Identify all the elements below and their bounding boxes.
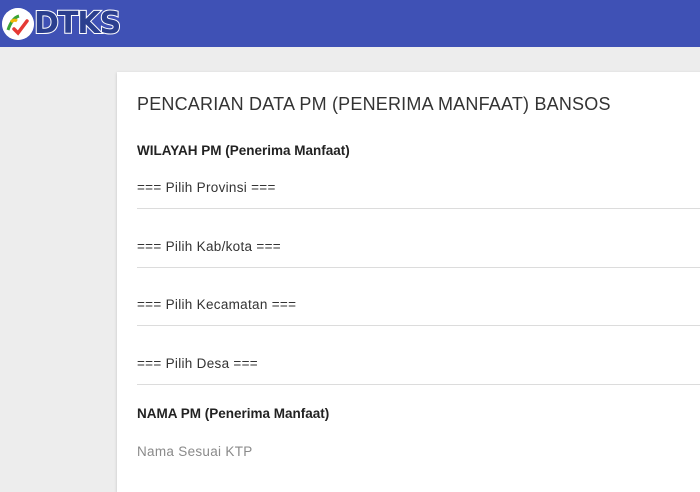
- search-card: PENCARIAN DATA PM (PENERIMA MANFAAT) BAN…: [117, 72, 700, 492]
- desa-select[interactable]: === Pilih Desa ===: [137, 348, 700, 385]
- dtks-logo[interactable]: DTKS: [2, 5, 122, 42]
- provinsi-select-value: === Pilih Provinsi ===: [137, 180, 276, 195]
- kecamatan-select[interactable]: === Pilih Kecamatan ===: [137, 289, 700, 326]
- page-title: PENCARIAN DATA PM (PENERIMA MANFAAT) BAN…: [137, 94, 611, 114]
- nama-input[interactable]: [137, 434, 697, 468]
- kecamatan-select-value: === Pilih Kecamatan ===: [137, 297, 297, 312]
- top-navbar: DTKS: [0, 0, 700, 47]
- logo-emblem-icon: [2, 8, 34, 40]
- provinsi-select[interactable]: === Pilih Provinsi ===: [137, 172, 700, 209]
- kabkota-select-value: === Pilih Kab/kota ===: [137, 239, 281, 254]
- logo-text: DTKS: [33, 5, 122, 42]
- kabkota-select[interactable]: === Pilih Kab/kota ===: [137, 231, 700, 268]
- wilayah-section-label: WILAYAH PM (Penerima Manfaat): [137, 143, 350, 158]
- nama-section-label: NAMA PM (Penerima Manfaat): [137, 406, 330, 421]
- desa-select-value: === Pilih Desa ===: [137, 356, 258, 371]
